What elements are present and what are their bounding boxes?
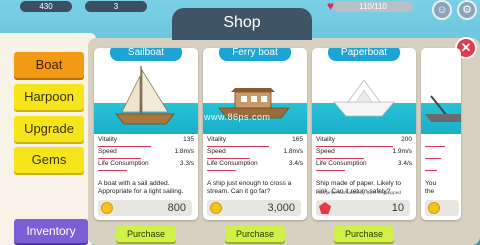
stat-bar — [316, 145, 393, 147]
purchase-button-paperboat[interactable]: Purchase — [334, 226, 394, 242]
stat-value: 1.8m/s — [283, 148, 303, 155]
stat-bar — [316, 169, 345, 171]
stat-vitality — [425, 136, 461, 147]
stat-value: 135 — [183, 136, 194, 143]
stat-bar — [207, 145, 270, 147]
card-title: Sailboat — [110, 48, 182, 61]
stat-value: 3.3/s — [179, 160, 194, 167]
boat-bonus-note: Fish price increased by 30% if equipped — [316, 191, 402, 196]
stat-label: Life Consumption — [316, 160, 367, 167]
stat-life-consumption — [425, 160, 461, 171]
menu-item-harpoon[interactable]: Harpoon — [14, 84, 84, 110]
stat-speed: Speed 1.9m/s — [316, 148, 412, 159]
boat-card-partial[interactable]: You the — [421, 48, 461, 220]
profile-icon[interactable]: ☺ — [432, 0, 452, 20]
watermark: www.86ps.com — [204, 112, 271, 122]
stat-life-consumption: Life Consumption 3.4/s — [207, 160, 303, 171]
card-title: Paperboat — [328, 48, 400, 61]
stat-bar — [207, 169, 236, 171]
menu-item-gems[interactable]: Gems — [14, 147, 84, 173]
stat-bar — [207, 157, 251, 159]
boat-image — [421, 56, 461, 134]
stat-label: Speed — [316, 148, 335, 155]
purchase-button-sailboat[interactable]: Purchase — [116, 226, 176, 242]
boat-image — [94, 56, 198, 134]
stat-speed — [425, 148, 461, 159]
gear-icon[interactable]: ⚙ — [457, 0, 477, 20]
hp-bar: 110/110 — [333, 1, 413, 12]
stat-value: 200 — [401, 136, 412, 143]
stat-vitality: Vitality 135 — [98, 136, 194, 147]
stat-value: 3.4/s — [288, 160, 303, 167]
boat-card-ferry-boat[interactable]: Ferry boat Vitality 165 Speed 1.8m/s Lif… — [203, 48, 307, 220]
purchase-button-ferry-boat[interactable]: Purchase — [225, 226, 285, 242]
boat-description: You the — [425, 180, 461, 197]
stat-value: 3.4/s — [397, 160, 412, 167]
shop-title: Shop — [223, 14, 261, 31]
stat-bar — [98, 157, 142, 159]
price-bar: 800 — [98, 200, 192, 216]
stat-speed: Speed 1.8m/s — [98, 148, 194, 159]
boat-card-paperboat[interactable]: Paperboat Vitality 200 Speed 1.9m/s Life… — [312, 48, 416, 220]
boat-description-line: You — [425, 180, 437, 187]
stat-life-consumption: Life Consumption 3.3/s — [98, 160, 194, 171]
stat-life-consumption: Life Consumption 3.4/s — [316, 160, 412, 171]
close-icon: ✕ — [460, 40, 472, 55]
boat-image — [312, 56, 416, 134]
stat-label: Speed — [98, 148, 117, 155]
stat-value: 1.9m/s — [392, 148, 412, 155]
stat-value: 165 — [292, 136, 303, 143]
stat-bar — [98, 145, 151, 147]
inventory-button[interactable]: Inventory — [14, 219, 88, 243]
stat-label: Life Consumption — [207, 160, 258, 167]
price-bar — [425, 200, 459, 216]
boat-image — [203, 56, 307, 134]
stat-label: Speed — [207, 148, 226, 155]
stat-vitality: Vitality 200 — [316, 136, 412, 147]
coin-icon — [101, 202, 113, 214]
stat-label: Vitality — [98, 136, 118, 143]
boat-description-line: the — [425, 188, 435, 196]
boat-description: A ship just enough to cross a stream. Ca… — [207, 180, 292, 196]
level-counter: 3 — [85, 1, 147, 12]
coin-icon — [210, 202, 222, 214]
stat-value: 1.8m/s — [174, 148, 194, 155]
price-bar: 10 — [316, 200, 410, 216]
price-value: 800 — [167, 202, 186, 214]
gem-icon — [319, 202, 331, 214]
stat-label: Life Consumption — [98, 160, 149, 167]
coin-icon — [428, 202, 440, 214]
menu-item-boat[interactable]: Boat — [14, 52, 84, 78]
menu-item-upgrade[interactable]: Upgrade — [14, 116, 84, 142]
card-title: Ferry boat — [219, 48, 291, 61]
price-value: 10 — [391, 202, 404, 214]
stat-bar — [98, 169, 127, 171]
stat-label: Vitality — [316, 136, 336, 143]
boat-description: A boat with a sail added. Appropriate fo… — [98, 180, 184, 196]
stat-bar — [316, 157, 364, 159]
stat-label: Vitality — [207, 136, 227, 143]
coin-counter: 430 — [20, 1, 72, 12]
boat-card-sailboat[interactable]: Sailboat Vitality 135 Speed 1.8m/s Life … — [94, 48, 198, 220]
stat-vitality: Vitality 165 — [207, 136, 303, 147]
stat-speed: Speed 1.8m/s — [207, 148, 303, 159]
price-bar: 3,000 — [207, 200, 301, 216]
price-value: 3,000 — [267, 202, 295, 214]
